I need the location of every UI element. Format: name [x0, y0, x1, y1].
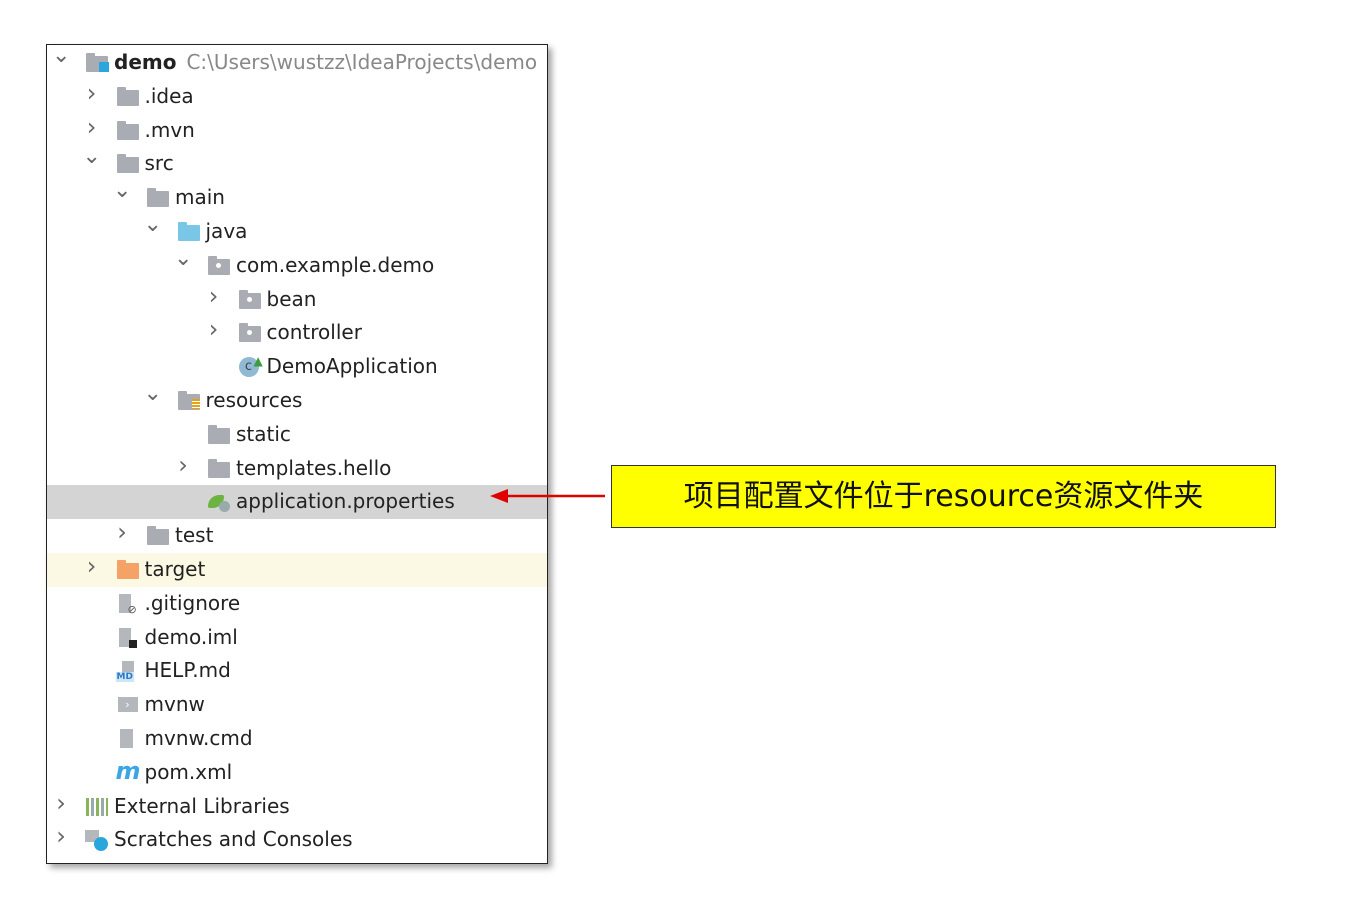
annotation-arrow	[490, 489, 605, 503]
annotation-callout: 项目配置文件位于resource资源文件夹	[611, 465, 1276, 528]
